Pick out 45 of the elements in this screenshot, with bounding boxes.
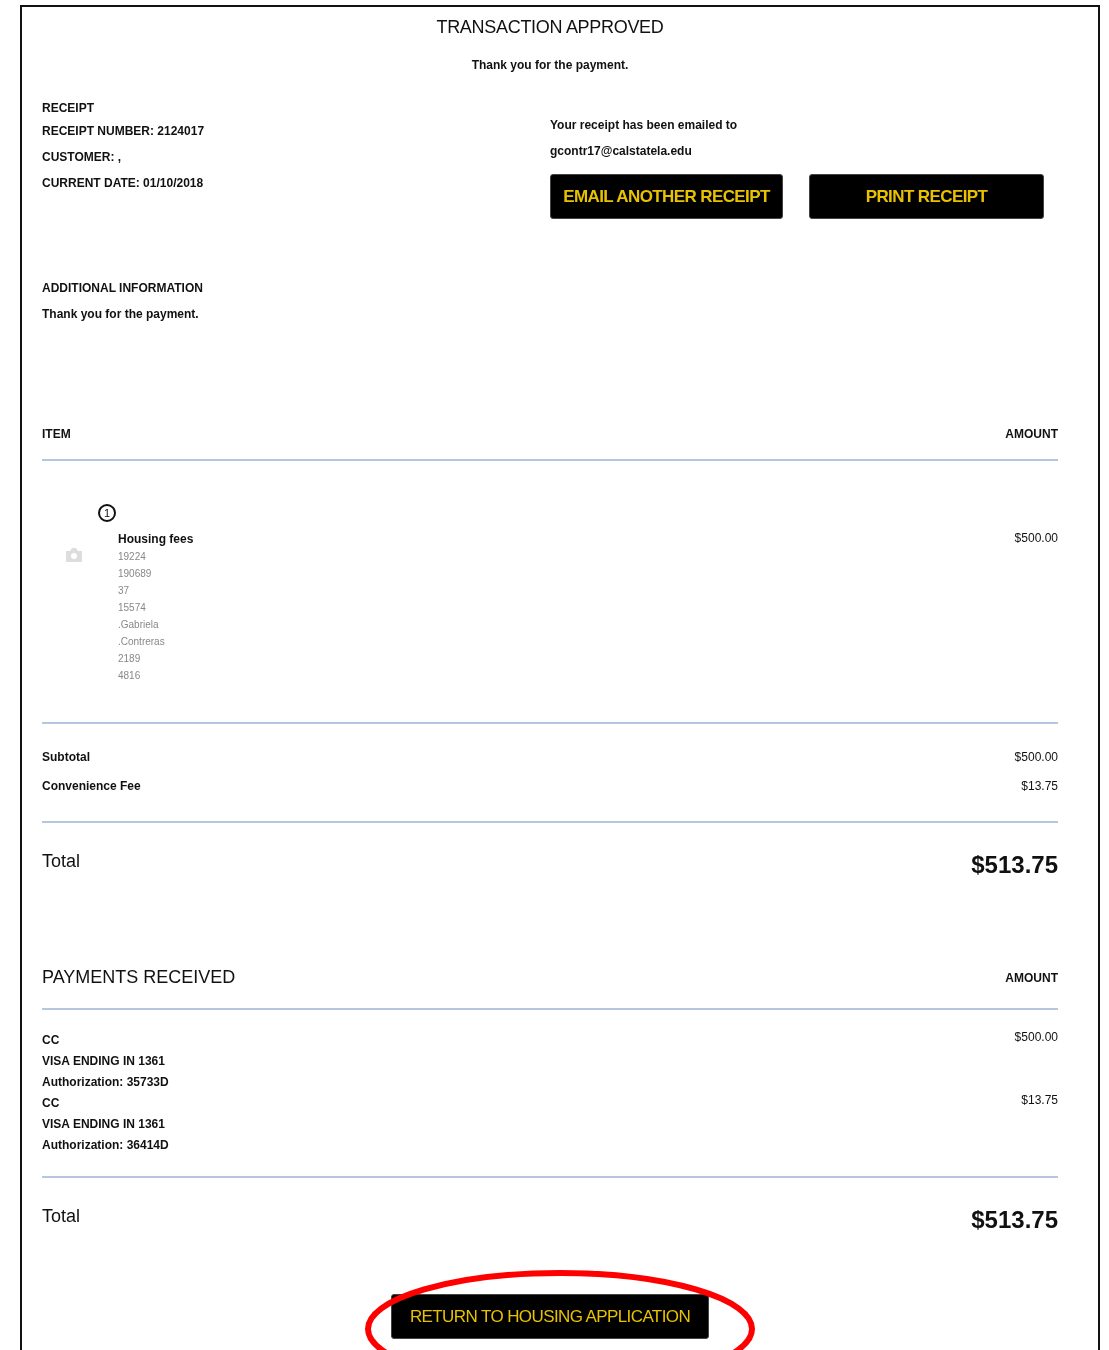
receipt-info: CUSTOMER: , bbox=[42, 149, 123, 166]
payment-amount: $13.75 bbox=[1021, 1093, 1058, 1107]
item-detail: .Contreras bbox=[118, 635, 166, 649]
column-header: ITEM bbox=[42, 427, 71, 441]
payments-heading: PAYMENTS RECEIVED bbox=[42, 967, 236, 988]
payment-detail: VISA ENDING IN 1361 bbox=[42, 1053, 166, 1070]
total-label: Total bbox=[42, 851, 81, 872]
column-header: AMOUNT bbox=[1005, 427, 1058, 441]
item-detail: 2189 bbox=[118, 652, 142, 666]
receipt-heading: RECEIPT bbox=[42, 100, 95, 117]
payment-detail: VISA ENDING IN 1361 bbox=[42, 1116, 166, 1133]
additional-heading: ADDITIONAL INFORMATION bbox=[42, 280, 204, 297]
quantity-badge: 1 bbox=[98, 504, 116, 522]
summary-amount: $500.00 bbox=[1014, 750, 1058, 764]
payment-detail: CC bbox=[42, 1032, 61, 1049]
summary-label: Subtotal bbox=[42, 750, 90, 764]
total-amount: $513.75 bbox=[971, 851, 1058, 879]
item-detail: 19224 bbox=[118, 550, 147, 564]
email-notice: Your receipt has been emailed to bbox=[550, 117, 739, 134]
total-label: Total bbox=[42, 1206, 81, 1227]
item-detail: 37 bbox=[118, 584, 131, 598]
column-header: AMOUNT bbox=[1005, 970, 1058, 985]
email-notice: gcontr17@calstatela.edu bbox=[550, 143, 693, 160]
summary-amount: $13.75 bbox=[1021, 779, 1058, 793]
payment-amount: $500.00 bbox=[1014, 1030, 1058, 1044]
print-receipt-button[interactable]: PRINT RECEIPT bbox=[809, 174, 1044, 219]
page-title: TRANSACTION APPROVED bbox=[435, 17, 665, 38]
item-amount: $500.00 bbox=[1014, 531, 1058, 545]
item-detail: .Gabriela bbox=[118, 618, 160, 632]
camera-icon bbox=[64, 547, 84, 563]
item-detail: 4816 bbox=[118, 669, 142, 683]
additional-text: Thank you for the payment. bbox=[42, 306, 200, 323]
payment-detail: Authorization: 35733D bbox=[42, 1074, 169, 1091]
item-detail: 190689 bbox=[118, 567, 153, 581]
email-receipt-button[interactable]: EMAIL ANOTHER RECEIPT bbox=[550, 174, 783, 219]
summary-label: Convenience Fee bbox=[42, 779, 141, 793]
receipt-info: CURRENT DATE: 01/10/2018 bbox=[42, 175, 205, 192]
payment-detail: CC bbox=[42, 1095, 61, 1112]
item-detail: 15574 bbox=[118, 601, 147, 615]
thank-you-message: Thank you for the payment. bbox=[470, 58, 630, 72]
total-amount: $513.75 bbox=[971, 1206, 1058, 1234]
item-name: Housing fees bbox=[118, 531, 194, 548]
payment-detail: Authorization: 36414D bbox=[42, 1137, 169, 1154]
receipt-info: RECEIPT NUMBER: 2124017 bbox=[42, 123, 206, 140]
return-button[interactable]: RETURN TO HOUSING APPLICATION bbox=[391, 1294, 709, 1339]
